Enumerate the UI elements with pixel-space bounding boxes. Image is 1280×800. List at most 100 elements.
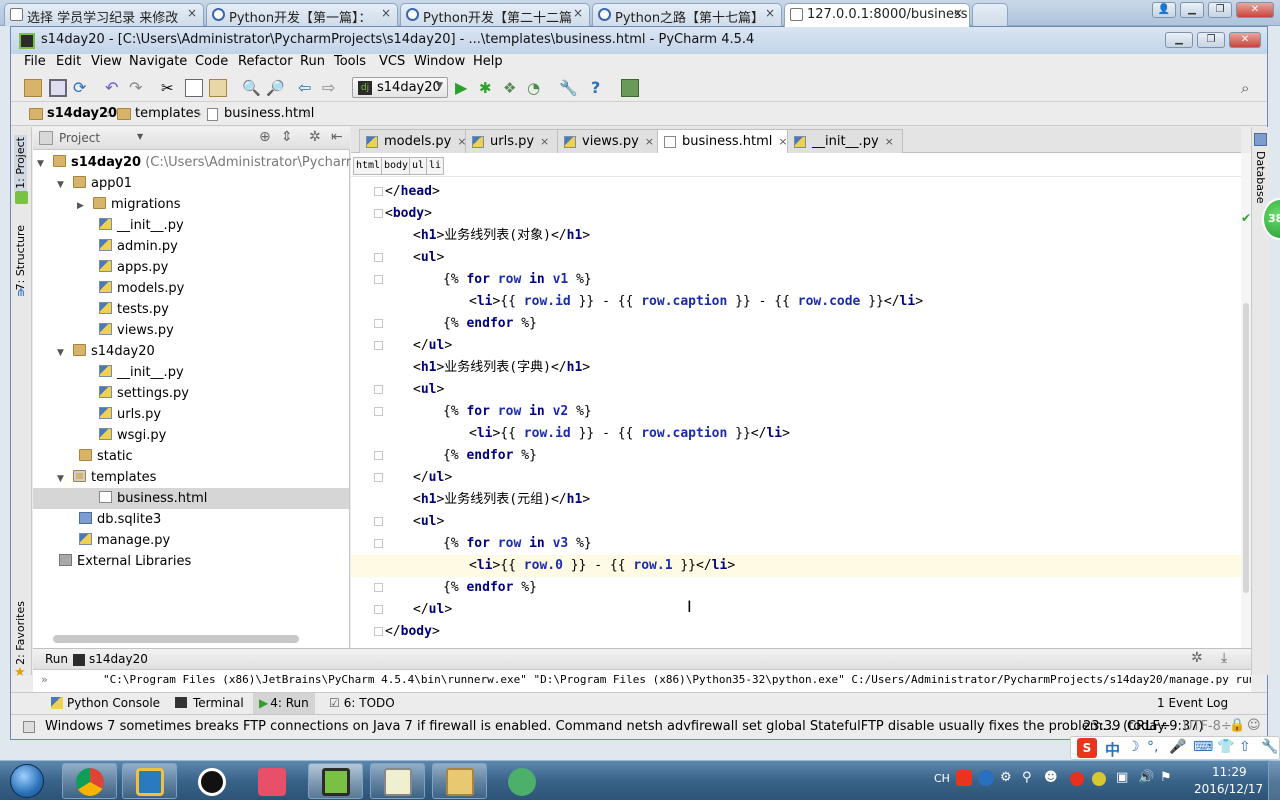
- taskbar-app[interactable]: [122, 763, 177, 799]
- close-icon[interactable]: ×: [187, 6, 197, 20]
- fold-marker-icon[interactable]: [374, 187, 383, 196]
- fold-marker-icon[interactable]: [374, 275, 383, 284]
- menu-tools[interactable]: Tools: [334, 54, 366, 69]
- toggle-panels-icon[interactable]: [23, 721, 35, 733]
- tree-row-file[interactable]: __init__.py: [99, 362, 184, 383]
- find-icon[interactable]: 🔍: [242, 79, 261, 97]
- collapse-icon[interactable]: ⇕: [281, 129, 293, 145]
- terminal-tab[interactable]: Terminal: [175, 696, 244, 710]
- volume-tray-icon[interactable]: 🔊: [1138, 770, 1154, 785]
- menu-refactor[interactable]: Refactor: [238, 54, 293, 69]
- project-tool-tab[interactable]: 1: Project: [14, 135, 27, 191]
- fold-marker-icon[interactable]: [374, 319, 383, 328]
- expand-arrow-icon[interactable]: ▼: [57, 175, 67, 196]
- tree-row-file[interactable]: tests.py: [99, 299, 169, 320]
- debug-icon[interactable]: ✱: [479, 79, 497, 97]
- event-log-tab[interactable]: 1 Event Log: [1157, 696, 1228, 710]
- expand-arrow-icon[interactable]: ▼: [57, 469, 67, 490]
- search-everywhere-icon[interactable]: ⌕: [1241, 79, 1259, 97]
- show-desktop-button[interactable]: [1268, 760, 1280, 800]
- hide-panel-icon[interactable]: ⇤: [331, 129, 343, 145]
- tree-row-project-root[interactable]: ▼ s14day20 (C:\Users\Administrator\Pychar…: [37, 152, 391, 173]
- start-button[interactable]: [2, 762, 52, 800]
- status-message[interactable]: Windows 7 sometimes breaks FTP connectio…: [45, 719, 1204, 734]
- settings-tray-icon[interactable]: ⚙: [1000, 770, 1012, 785]
- fold-marker-icon[interactable]: [374, 407, 383, 416]
- tree-row-file[interactable]: __init__.py: [99, 215, 184, 236]
- menu-view[interactable]: View: [91, 54, 122, 69]
- close-icon[interactable]: ×: [885, 135, 894, 148]
- tab-business-html[interactable]: business.html ×: [657, 129, 797, 153]
- microphone-icon[interactable]: 🎤: [1169, 739, 1186, 755]
- tab-views-py[interactable]: views.py ×: [557, 129, 664, 153]
- browser-tab-4[interactable]: Python之路【第十七篇】 ×: [592, 3, 782, 26]
- run-tab[interactable]: ▶ 4: Run: [253, 693, 315, 714]
- ime-mode[interactable]: 中: [1105, 739, 1120, 760]
- restore-button[interactable]: ❐: [1208, 2, 1232, 18]
- browser-tab-3[interactable]: Python开发【第二十二篇 ×: [400, 3, 590, 26]
- browser-tab-2[interactable]: Python开发【第一篇】： ×: [206, 3, 398, 26]
- security-tray-icon[interactable]: [1092, 772, 1106, 786]
- tree-row-migrations[interactable]: ▶ migrations: [77, 194, 181, 215]
- replace-icon[interactable]: 🔎: [266, 79, 285, 97]
- nav-templates[interactable]: templates: [135, 106, 200, 121]
- python-console-tab[interactable]: Python Console: [51, 696, 160, 710]
- hide-panel-icon[interactable]: ⤓: [1221, 650, 1227, 666]
- taskbar-explorer[interactable]: [432, 763, 487, 799]
- taskbar-app[interactable]: [244, 763, 299, 799]
- favorites-tool-tab[interactable]: 2: Favorites: [14, 601, 27, 665]
- tree-row-file[interactable]: models.py: [99, 278, 184, 299]
- crumb-ul[interactable]: ul: [409, 157, 428, 175]
- clock-time[interactable]: 11:29: [1212, 765, 1247, 779]
- new-tab-button[interactable]: [972, 3, 1008, 26]
- scroll-thumb[interactable]: [1243, 303, 1249, 593]
- run-icon[interactable]: ▶: [455, 79, 473, 97]
- copy-icon[interactable]: [185, 79, 203, 97]
- sogou-icon[interactable]: S: [1077, 738, 1097, 758]
- fold-marker-icon[interactable]: [374, 627, 383, 636]
- keyboard-icon[interactable]: ⌨: [1193, 739, 1213, 755]
- close-icon[interactable]: ×: [645, 135, 654, 148]
- fold-marker-icon[interactable]: [374, 385, 383, 394]
- collapse-arrow-icon[interactable]: ▶: [77, 196, 87, 217]
- line-separator[interactable]: CRLF÷: [1127, 719, 1171, 734]
- coverage-icon[interactable]: ❖: [503, 79, 521, 97]
- skin-icon[interactable]: 👕: [1217, 739, 1234, 755]
- tree-row-file[interactable]: apps.py: [99, 257, 168, 278]
- menu-run[interactable]: Run: [300, 54, 325, 69]
- clock-date[interactable]: 2016/12/17: [1194, 782, 1263, 796]
- plugin-icon[interactable]: [621, 79, 639, 97]
- fold-marker-icon[interactable]: [374, 253, 383, 262]
- close-icon[interactable]: ×: [381, 6, 391, 20]
- browser-tab-1[interactable]: 选择 学员学习纪录 来修改 ×: [4, 3, 204, 26]
- browser-tab-5[interactable]: 127.0.0.1:8000/business ×: [784, 3, 970, 27]
- moon-icon[interactable]: ☽: [1127, 739, 1140, 755]
- menu-window[interactable]: Window: [414, 54, 465, 69]
- crumb-li[interactable]: li: [426, 157, 445, 175]
- taskbar-pycharm[interactable]: [308, 763, 363, 799]
- help-icon[interactable]: ?: [591, 79, 609, 97]
- close-icon[interactable]: ×: [573, 6, 583, 20]
- fold-marker-icon[interactable]: [374, 583, 383, 592]
- tree-row-external-libraries[interactable]: External Libraries: [59, 551, 191, 572]
- taskbar-app[interactable]: [370, 763, 425, 799]
- horizontal-scrollbar[interactable]: [53, 635, 299, 643]
- gear-icon[interactable]: ✲: [1191, 650, 1203, 666]
- expand-arrow-icon[interactable]: ▼: [57, 343, 67, 364]
- upload-icon[interactable]: ⇧: [1239, 739, 1251, 755]
- display-tray-icon[interactable]: ▣: [1116, 770, 1128, 785]
- tree-row-file[interactable]: views.py: [99, 320, 174, 341]
- menu-edit[interactable]: Edit: [56, 54, 81, 69]
- tab-init-py[interactable]: __init__.py ×: [787, 129, 903, 153]
- menu-code[interactable]: Code: [195, 54, 228, 69]
- locate-icon[interactable]: ⊕: [259, 129, 271, 145]
- structure-tool-tab[interactable]: 7: Structure: [14, 225, 27, 290]
- help-tray-icon[interactable]: [978, 770, 994, 786]
- tree-row-file[interactable]: admin.py: [99, 236, 178, 257]
- menu-file[interactable]: File: [24, 54, 46, 69]
- close-icon[interactable]: ×: [765, 6, 775, 20]
- fold-marker-icon[interactable]: [374, 473, 383, 482]
- tab-models-py[interactable]: models.py ×: [359, 129, 476, 153]
- fold-marker-icon[interactable]: [374, 605, 383, 614]
- close-icon[interactable]: ×: [540, 135, 549, 148]
